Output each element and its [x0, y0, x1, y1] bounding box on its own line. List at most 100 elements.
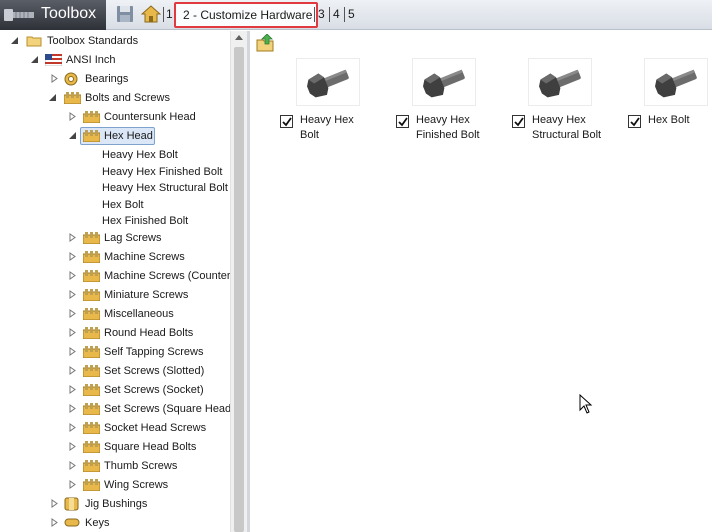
collapsed-arrow-icon[interactable] — [68, 233, 77, 242]
collapsed-arrow-icon[interactable] — [50, 74, 59, 83]
tree-node-bolts-and-screws[interactable]: Bolts and Screws — [0, 89, 230, 107]
collapsed-arrow-icon[interactable] — [68, 290, 77, 299]
step-separator — [344, 7, 345, 22]
bolt-logo-icon — [4, 9, 34, 21]
step-separator — [329, 7, 330, 22]
tree-node-jig-bushings[interactable]: Jig Bushings — [0, 495, 230, 513]
bolts-folder-icon — [83, 403, 100, 415]
part-name-line1: Heavy Hex — [416, 114, 470, 126]
expanded-arrow-icon[interactable] — [68, 131, 77, 140]
part-checkbox[interactable] — [396, 115, 409, 128]
tree-label: ANSI Inch — [66, 54, 116, 66]
part-name: Heavy Hex Finished Bolt — [416, 113, 496, 143]
tree-node-category[interactable]: Thumb Screws — [0, 457, 230, 475]
expanded-arrow-icon[interactable] — [10, 36, 19, 45]
save-icon[interactable] — [115, 4, 135, 24]
step-separator — [163, 7, 164, 22]
collapsed-arrow-icon[interactable] — [68, 442, 77, 451]
tree-node-category[interactable]: Machine Screws — [0, 248, 230, 266]
collapsed-arrow-icon[interactable] — [68, 480, 77, 489]
tree-node-category[interactable]: Set Screws (Socket) — [0, 381, 230, 399]
bolts-folder-icon — [83, 289, 100, 301]
bolts-folder-icon — [83, 270, 100, 282]
step-1-link[interactable]: 1 — [166, 7, 173, 21]
step-4-link[interactable]: 4 — [333, 7, 340, 21]
collapsed-arrow-icon[interactable] — [68, 385, 77, 394]
tree-label: Jig Bushings — [85, 498, 148, 510]
tree-leaf-heavy-hex-bolt[interactable]: Heavy Hex Bolt — [0, 146, 230, 164]
step-5-link[interactable]: 5 — [348, 7, 355, 21]
tree-node-category[interactable]: Set Screws (Slotted) — [0, 362, 230, 380]
tree-node-category[interactable]: Miscellaneous — [0, 305, 230, 323]
part-checkbox[interactable] — [512, 115, 525, 128]
hex-bolt-thumbnail[interactable] — [296, 58, 360, 106]
tree-node-category[interactable]: Miniature Screws — [0, 286, 230, 304]
tree-node-category[interactable]: Lag Screws — [0, 229, 230, 247]
tree-node-category[interactable]: Set Screws (Square Head) — [0, 400, 230, 418]
tree-node-category[interactable]: Socket Head Screws — [0, 419, 230, 437]
toolbox-brand: Toolbox — [0, 0, 106, 30]
bolts-folder-icon — [83, 460, 100, 472]
tree-node-category[interactable]: Wing Screws — [0, 476, 230, 494]
tree-label: Keys — [85, 517, 110, 529]
bolts-folder-icon — [83, 479, 100, 491]
scrollbar-thumb[interactable] — [234, 47, 244, 532]
step-3-link[interactable]: 3 — [318, 7, 325, 21]
hex-bolt-thumbnail[interactable] — [528, 58, 592, 106]
scroll-up-arrow-icon[interactable] — [235, 35, 243, 40]
tree-label: Set Screws (Socket) — [104, 384, 204, 396]
collapsed-arrow-icon[interactable] — [68, 271, 77, 280]
step-2-active[interactable]: 2 - Customize Hardware — [174, 2, 318, 28]
bolts-folder-icon — [83, 422, 100, 434]
part-name-line2: Structural Bolt — [532, 129, 602, 141]
bolts-folder-icon — [83, 232, 100, 244]
tree-leaf-hex-finished-bolt[interactable]: Hex Finished Bolt — [0, 212, 230, 230]
part-checkbox[interactable] — [628, 115, 641, 128]
tree-node-hex-head[interactable]: Hex Head — [0, 127, 230, 145]
collapsed-arrow-icon[interactable] — [68, 309, 77, 318]
home-icon[interactable] — [141, 4, 161, 24]
tree-node-category[interactable]: Square Head Bolts — [0, 438, 230, 456]
collapsed-arrow-icon[interactable] — [50, 499, 59, 508]
tree-node-keys[interactable]: Keys — [0, 514, 230, 532]
expanded-arrow-icon[interactable] — [48, 93, 57, 102]
hex-bolt-thumbnail[interactable] — [644, 58, 708, 106]
folder-up-icon[interactable] — [256, 34, 274, 52]
step-2-label: 2 - Customize Hardware — [183, 8, 313, 22]
tree-label: Set Screws (Square Head) — [104, 403, 230, 415]
tree-label: Miniature Screws — [104, 289, 189, 301]
checkmark-icon — [398, 117, 408, 127]
tree-node-category[interactable]: Self Tapping Screws — [0, 343, 230, 361]
bolts-folder-icon — [83, 130, 100, 142]
tree-scrollbar[interactable] — [230, 31, 247, 532]
tree-node-category[interactable]: Machine Screws (Counter — [0, 267, 230, 285]
hex-bolt-thumbnail[interactable] — [412, 58, 476, 106]
tree-node-ansi-inch[interactable]: ANSI Inch — [0, 51, 230, 69]
collapsed-arrow-icon[interactable] — [68, 423, 77, 432]
collapsed-arrow-icon[interactable] — [50, 518, 59, 527]
tree-node-bearings[interactable]: Bearings — [0, 70, 230, 88]
bolts-folder-icon — [83, 365, 100, 377]
tree-label: Socket Head Screws — [104, 422, 207, 434]
collapsed-arrow-icon[interactable] — [68, 461, 77, 470]
tree-leaf-heavy-hex-structural-bolt[interactable]: Heavy Hex Structural Bolt — [0, 179, 230, 197]
collapsed-arrow-icon[interactable] — [68, 112, 77, 121]
tree-label: Countersunk Head — [104, 111, 196, 123]
tree-label: Toolbox Standards — [47, 35, 139, 47]
tree-label: Square Head Bolts — [104, 441, 197, 453]
toolbox-tree: Toolbox Standards ANSI Inch Bearings Bol… — [0, 31, 230, 532]
collapsed-arrow-icon[interactable] — [68, 328, 77, 337]
tree-node-countersunk-head[interactable]: Countersunk Head — [0, 108, 230, 126]
collapsed-arrow-icon[interactable] — [68, 366, 77, 375]
collapsed-arrow-icon[interactable] — [68, 404, 77, 413]
collapsed-arrow-icon[interactable] — [68, 252, 77, 261]
bolts-folder-icon — [83, 346, 100, 358]
tree-node-category[interactable]: Round Head Bolts — [0, 324, 230, 342]
bolts-folder-icon — [64, 92, 81, 104]
tree-node-toolbox-standards[interactable]: Toolbox Standards — [0, 32, 230, 50]
part-checkbox[interactable] — [280, 115, 293, 128]
collapsed-arrow-icon[interactable] — [68, 347, 77, 356]
expanded-arrow-icon[interactable] — [30, 55, 39, 64]
bolts-folder-icon — [83, 441, 100, 453]
part-name-line1: Hex Bolt — [648, 114, 690, 126]
